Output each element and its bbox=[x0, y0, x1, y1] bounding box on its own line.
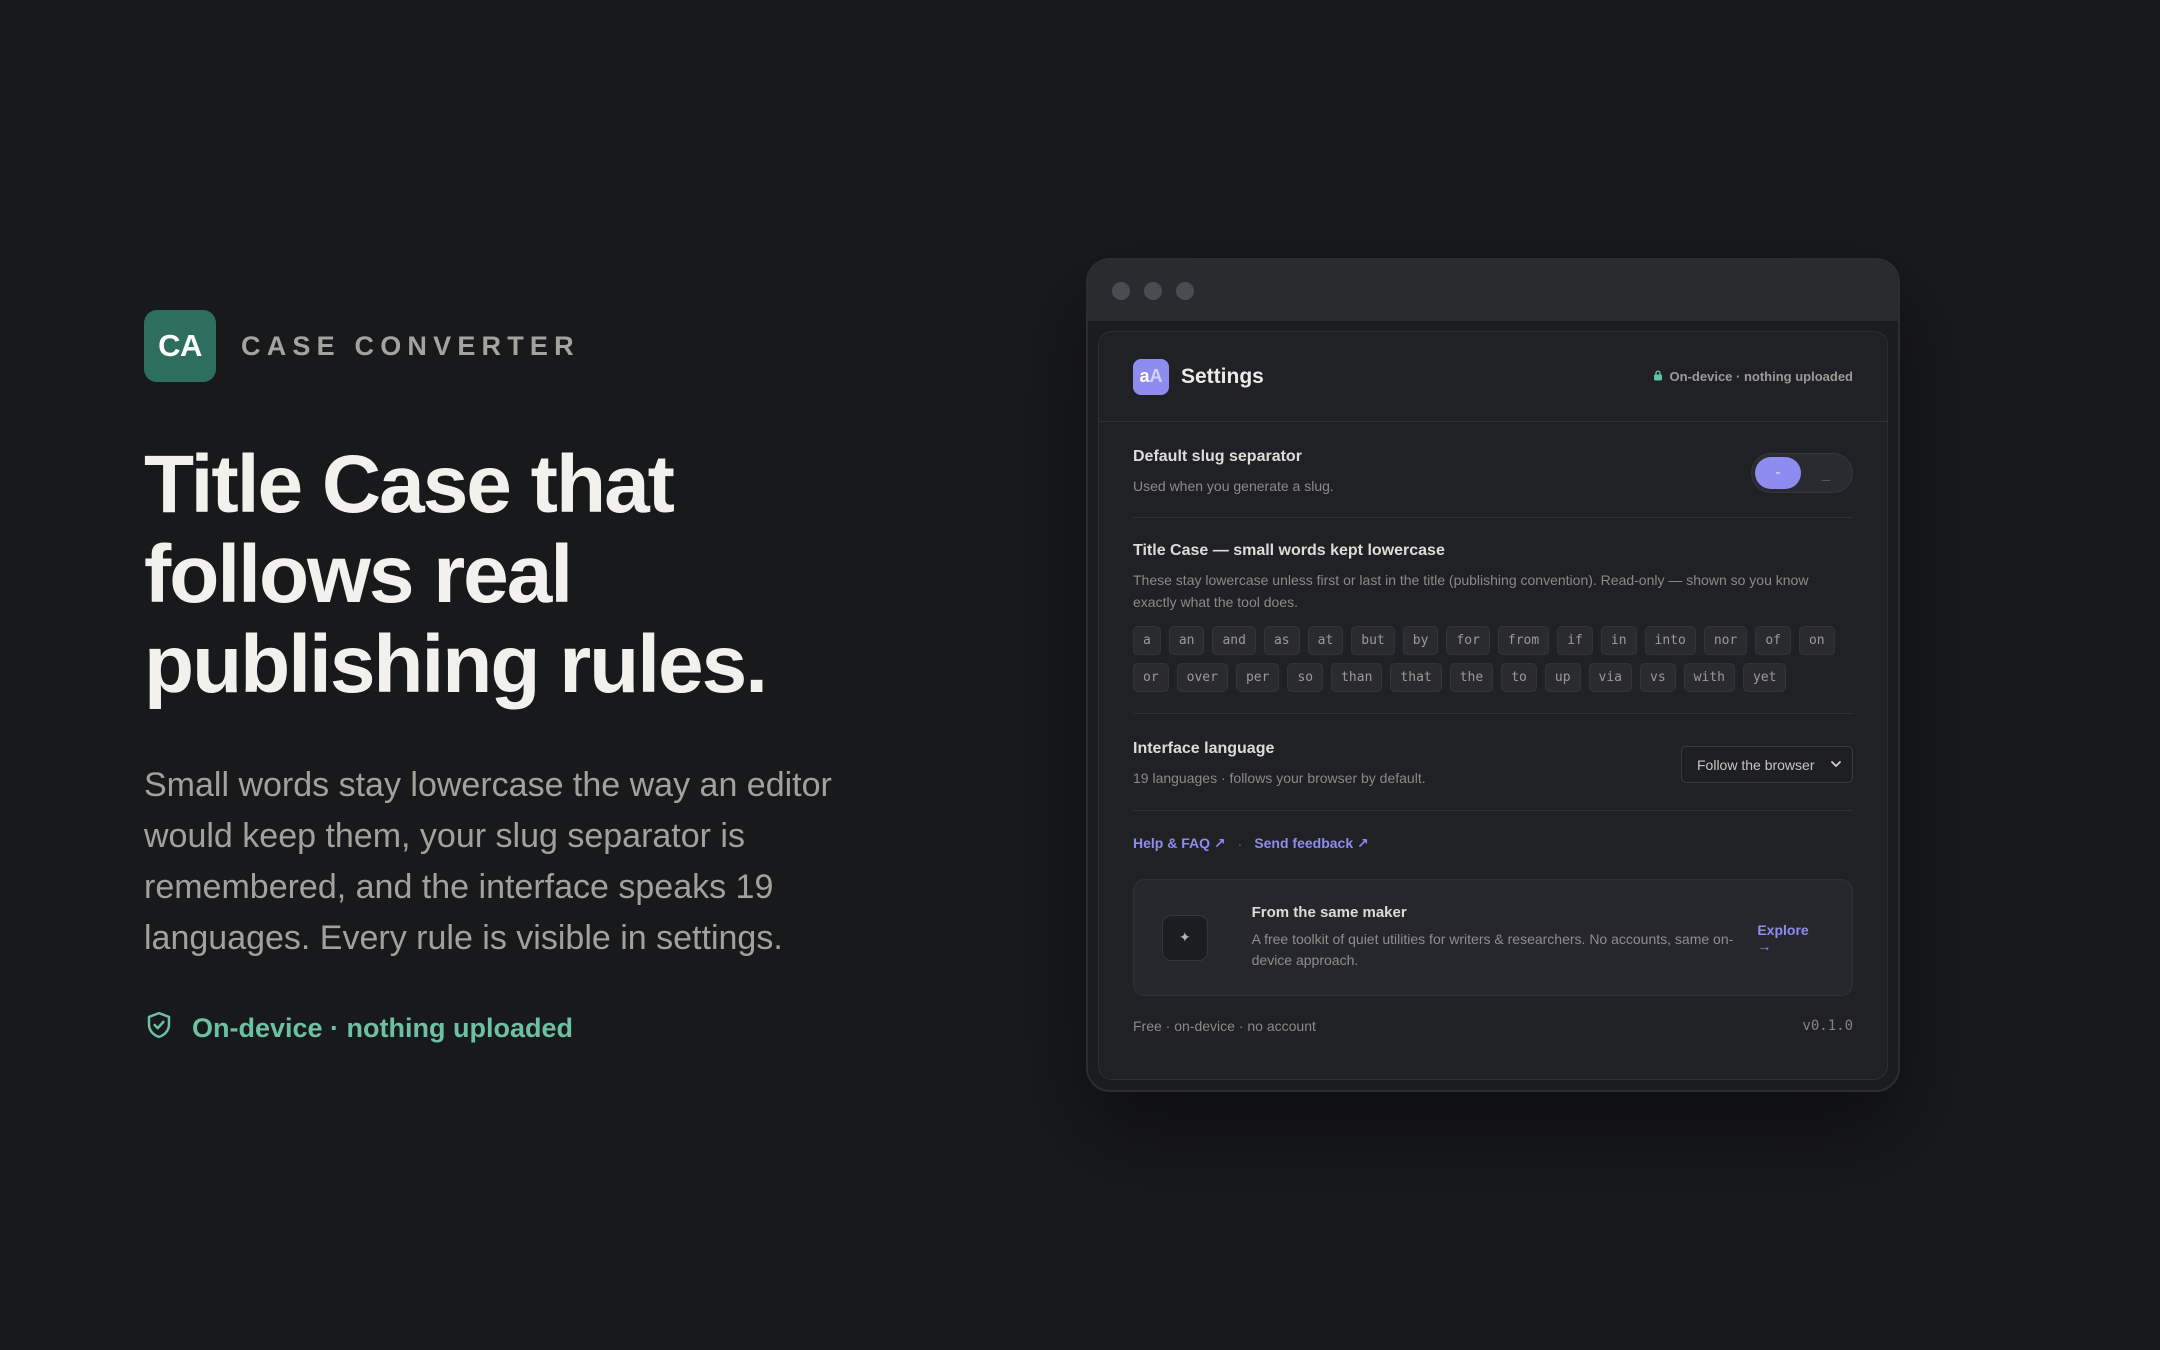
small-word-chip: as bbox=[1263, 626, 1300, 655]
hero-title: Title Case that follows real publishing … bbox=[144, 440, 864, 710]
small-words-section: Title Case — small words kept lowercase … bbox=[1133, 518, 1853, 714]
small-word-chip: via bbox=[1588, 663, 1633, 692]
language-select[interactable]: Follow the browser bbox=[1681, 746, 1853, 783]
language-title: Interface language bbox=[1133, 740, 1275, 757]
small-word-chip: in bbox=[1600, 626, 1637, 655]
small-word-chip: over bbox=[1176, 663, 1228, 692]
settings-title: Settings bbox=[1181, 364, 1264, 388]
app-icon: aA bbox=[1133, 358, 1169, 395]
small-word-chip: by bbox=[1402, 626, 1439, 655]
chevron-down-icon bbox=[1830, 757, 1842, 773]
send-feedback-link[interactable]: Send feedback ↗ bbox=[1254, 835, 1368, 852]
brand-logo: CA bbox=[144, 310, 216, 382]
small-words-desc: These stay lowercase unless first or las… bbox=[1133, 572, 1809, 610]
language-desc: 19 languages · follows your browser by d… bbox=[1133, 770, 1426, 786]
small-word-chip: and bbox=[1212, 626, 1256, 655]
browser-window: aA Settings On-device · nothing uploaded… bbox=[1086, 258, 1900, 1092]
status-badge: On-device · nothing uploaded bbox=[1653, 369, 1853, 384]
shield-check-icon bbox=[144, 1010, 174, 1047]
privacy-badge-label: On-device · nothing uploaded bbox=[192, 1013, 573, 1043]
small-word-chip: nor bbox=[1703, 626, 1748, 655]
help-faq-link[interactable]: Help & FAQ ↗ bbox=[1133, 835, 1226, 852]
small-words-list: a an and as at but by for from if in into nor of on or o… bbox=[1133, 626, 1853, 692]
explore-link[interactable]: Explore → bbox=[1757, 922, 1826, 954]
small-word-chip: or bbox=[1133, 663, 1169, 692]
small-word-chip: so bbox=[1287, 663, 1324, 692]
status-label: On-device · nothing uploaded bbox=[1669, 369, 1853, 384]
maker-title: From the same maker bbox=[1251, 904, 1407, 921]
window-maximize-dot[interactable] bbox=[1176, 281, 1194, 300]
small-word-chip: the bbox=[1449, 663, 1494, 692]
slug-separator-section: Default slug separator Used when you gen… bbox=[1133, 422, 1853, 518]
link-separator: · bbox=[1237, 835, 1243, 852]
window-close-dot[interactable] bbox=[1112, 281, 1130, 300]
small-word-chip: yet bbox=[1742, 663, 1787, 692]
settings-panel: aA Settings On-device · nothing uploaded… bbox=[1098, 331, 1888, 1080]
small-word-chip: on bbox=[1798, 626, 1835, 655]
small-word-chip: if bbox=[1557, 626, 1593, 655]
hero-title-line: publishing rules. bbox=[144, 619, 768, 710]
brand-name: CASE CONVERTER bbox=[241, 330, 580, 361]
small-word-chip: to bbox=[1501, 663, 1537, 692]
app-icon-letter: a bbox=[1139, 366, 1150, 386]
small-word-chip: at bbox=[1307, 626, 1344, 655]
window-minimize-dot[interactable] bbox=[1144, 281, 1162, 300]
small-word-chip: vs bbox=[1640, 663, 1676, 692]
brand: CA CASE CONVERTER bbox=[144, 310, 864, 382]
window-titlebar bbox=[1088, 260, 1898, 321]
slug-separator-toggle: - _ bbox=[1751, 452, 1853, 493]
small-word-chip: an bbox=[1168, 626, 1205, 655]
small-word-chip: from bbox=[1497, 626, 1550, 655]
small-word-chip: but bbox=[1351, 626, 1395, 655]
help-links: Help & FAQ ↗ · Send feedback ↗ bbox=[1133, 835, 1853, 852]
small-words-title: Title Case — small words kept lowercase bbox=[1133, 542, 1445, 559]
sparkle-icon: ✦ bbox=[1162, 914, 1208, 961]
hero-title-line: follows real bbox=[144, 529, 573, 620]
small-word-chip: up bbox=[1544, 663, 1581, 692]
small-word-chip: with bbox=[1683, 663, 1735, 692]
slug-separator-desc: Used when you generate a slug. bbox=[1133, 478, 1334, 494]
privacy-badge: On-device · nothing uploaded bbox=[144, 1010, 864, 1047]
small-word-chip: of bbox=[1755, 626, 1791, 655]
small-word-chip: a bbox=[1133, 626, 1161, 655]
version-label: v0.1.0 bbox=[1802, 1018, 1853, 1034]
footer-note: Free · on-device · no account bbox=[1133, 1018, 1316, 1034]
separator-option-hyphen[interactable]: - bbox=[1755, 456, 1801, 489]
app-icon-letter-accent: A bbox=[1149, 366, 1163, 386]
lock-icon bbox=[1653, 369, 1663, 384]
small-word-chip: per bbox=[1235, 663, 1280, 692]
small-word-chip: for bbox=[1446, 626, 1490, 655]
small-word-chip: that bbox=[1390, 663, 1442, 692]
language-section: Interface language 19 languages · follow… bbox=[1133, 714, 1853, 811]
language-select-value: Follow the browser bbox=[1697, 756, 1815, 773]
maker-desc: A free toolkit of quiet utilities for wr… bbox=[1251, 931, 1734, 968]
separator-option-underscore[interactable]: _ bbox=[1803, 457, 1849, 489]
small-word-chip: than bbox=[1331, 663, 1383, 692]
slug-separator-title: Default slug separator bbox=[1133, 448, 1302, 465]
settings-footer: Free · on-device · no account v0.1.0 bbox=[1133, 1018, 1853, 1034]
maker-card: ✦ From the same maker A free toolkit of … bbox=[1133, 879, 1853, 996]
settings-header: aA Settings On-device · nothing uploaded bbox=[1099, 332, 1887, 422]
hero-subtitle: Small words stay lowercase the way an ed… bbox=[144, 766, 832, 957]
hero-title-line: Title Case that bbox=[144, 439, 675, 530]
small-word-chip: into bbox=[1644, 626, 1696, 655]
hero: CA CASE CONVERTER Title Case that follow… bbox=[144, 310, 864, 1047]
